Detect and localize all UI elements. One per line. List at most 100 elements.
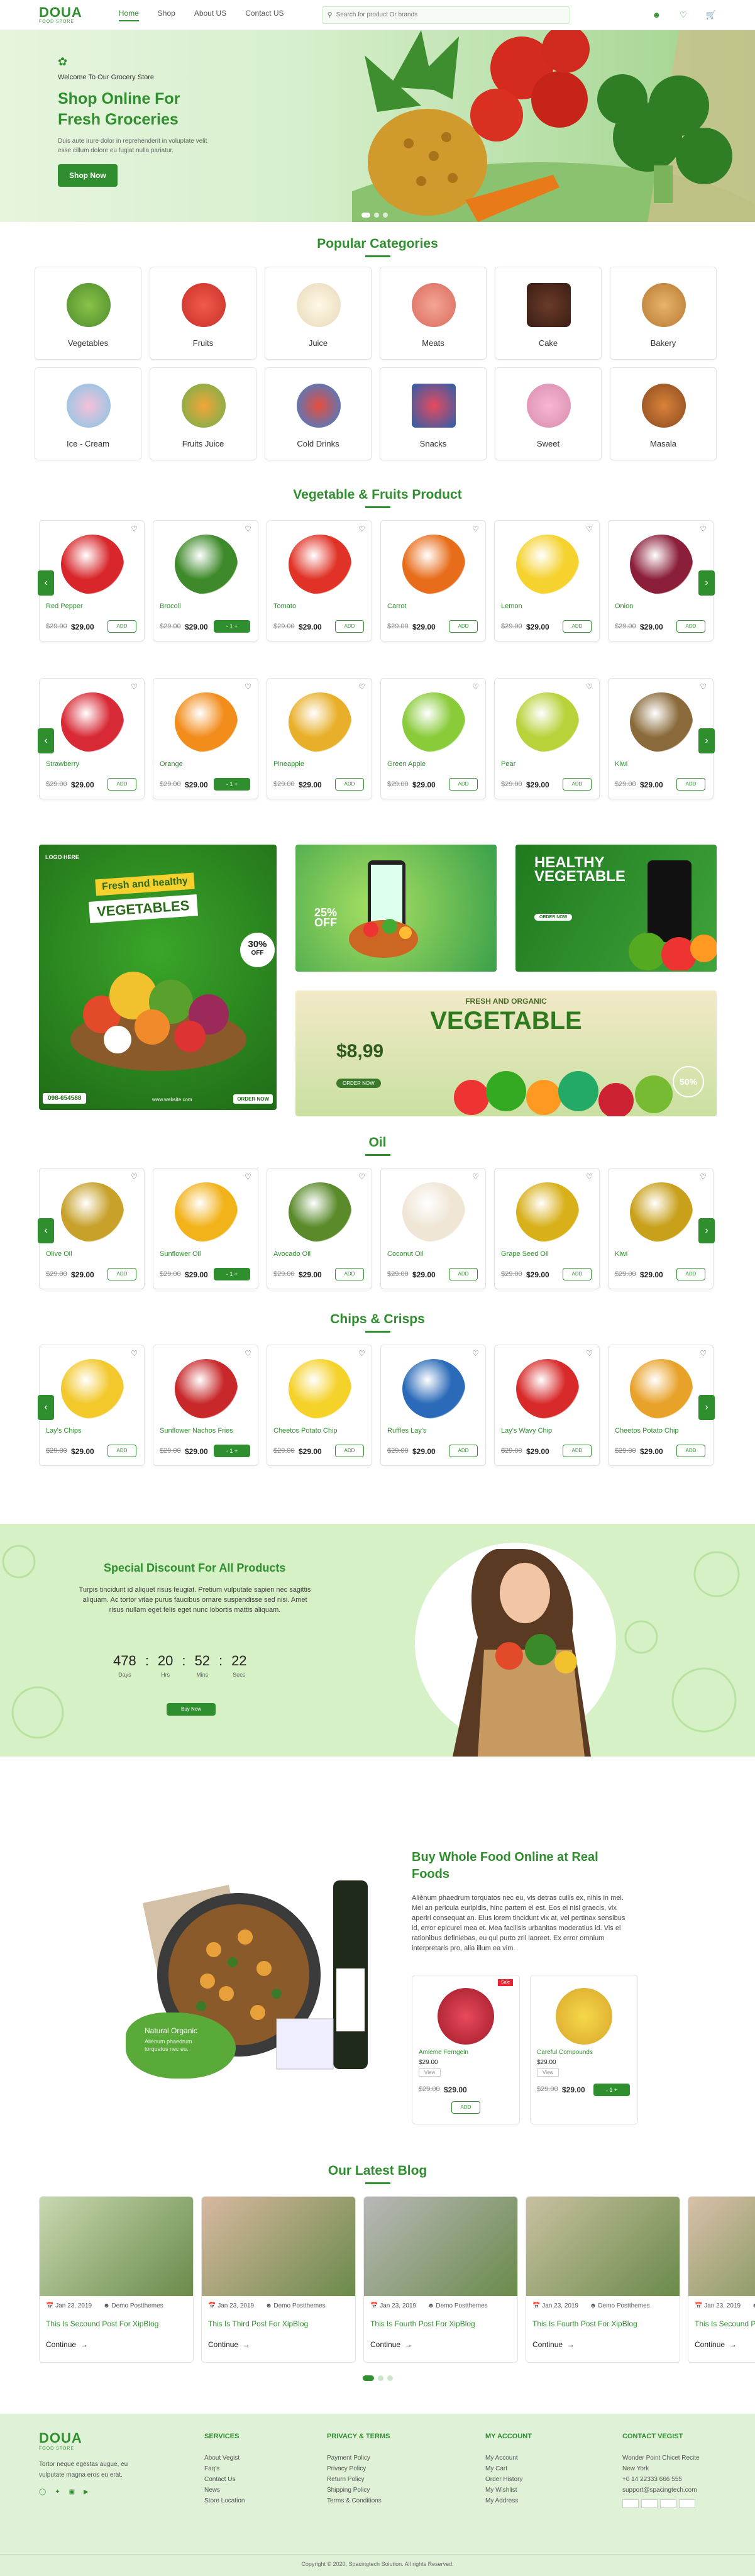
add-button[interactable]: ADD (676, 1268, 705, 1280)
view-button[interactable]: View (537, 2068, 559, 2077)
category-card[interactable]: Cold Drinks (265, 367, 372, 460)
product-card[interactable]: ♡ Avocado Oil $29.00 $29.00 ADD (267, 1168, 372, 1289)
wishlist-heart-icon[interactable]: ♡ (358, 525, 365, 533)
product-name[interactable]: Kiwi (615, 1250, 627, 1258)
wishlist-heart-icon[interactable]: ♡ (131, 1349, 138, 1358)
product-name[interactable]: Lay's Wavy Chip (501, 1427, 552, 1435)
product-name[interactable]: Cheetos Potato Chip (615, 1427, 679, 1435)
add-button[interactable]: ADD (335, 778, 364, 791)
buy-now-button[interactable]: Buy Now (167, 1703, 216, 1716)
promo-banner-organic[interactable]: FRESH AND ORGANIC VEGETABLE $8,99 ORDER … (295, 991, 717, 1116)
wishlist-heart-icon[interactable]: ♡ (472, 1172, 479, 1181)
prev-arrow[interactable]: ‹ (38, 1218, 54, 1243)
footer-link[interactable]: My Wishlist (485, 2485, 532, 2496)
footer-link[interactable]: Contact Us (204, 2474, 245, 2485)
promo-banner-vegetables[interactable]: LOGO HERE Fresh and healthy VEGETABLES 3… (39, 845, 277, 1110)
product-name[interactable]: Ruffles Lay's (387, 1427, 426, 1435)
wishlist-heart-icon[interactable]: ♡ (586, 1349, 593, 1358)
blog-dot[interactable] (362, 2375, 374, 2381)
wishlist-heart-icon[interactable]: ♡ (586, 525, 593, 533)
product-card[interactable]: ♡ Grape Seed Oil $29.00 $29.00 ADD (494, 1168, 600, 1289)
view-button[interactable]: View (419, 2068, 441, 2077)
footer-link[interactable]: Privacy Policy (327, 2463, 390, 2474)
prev-arrow[interactable]: ‹ (38, 570, 54, 596)
promo-banner-phone[interactable]: 25% OFF (295, 845, 497, 972)
product-card[interactable]: ♡ Pineapple $29.00 $29.00 ADD (267, 678, 372, 799)
product-name[interactable]: Onion (615, 602, 633, 610)
product-name[interactable]: Carrot (387, 602, 407, 610)
footer-link[interactable]: News (204, 2485, 245, 2496)
product-card[interactable]: ♡ Cheetos Potato Chip $29.00 $29.00 ADD (267, 1345, 372, 1466)
heart-icon[interactable]: ♡ (680, 10, 687, 20)
wishlist-heart-icon[interactable]: ♡ (131, 525, 138, 533)
product-name[interactable]: Lemon (501, 602, 522, 610)
cart-icon[interactable]: 🛒 (706, 10, 716, 20)
product-card[interactable]: ♡ Lemon $29.00 $29.00 ADD (494, 520, 600, 641)
wishlist-heart-icon[interactable]: ♡ (358, 1349, 365, 1358)
wishlist-heart-icon[interactable]: ♡ (245, 682, 251, 691)
product-name[interactable]: Kiwi (615, 760, 627, 768)
search-icon[interactable]: ⚲ (328, 11, 333, 19)
nav-shop[interactable]: Shop (158, 9, 175, 21)
wishlist-heart-icon[interactable]: ♡ (586, 1172, 593, 1181)
hero-dot[interactable] (374, 213, 379, 218)
product-name[interactable]: Careful Compounds (537, 2049, 593, 2056)
product-card[interactable]: ♡ Tomato $29.00 $29.00 ADD (267, 520, 372, 641)
prev-arrow[interactable]: ‹ (38, 728, 54, 753)
product-name[interactable]: Sunflower Nachos Fries (160, 1427, 233, 1435)
wishlist-heart-icon[interactable]: ♡ (472, 682, 479, 691)
continue-link[interactable]: Continue → (370, 2340, 412, 2349)
quantity-stepper[interactable]: - 1 + (593, 2084, 630, 2096)
product-name[interactable]: Pear (501, 760, 515, 768)
product-card[interactable]: ♡ Brocoli $29.00 $29.00 - 1 + (153, 520, 258, 641)
product-name[interactable]: Strawberry (46, 760, 79, 768)
prev-arrow[interactable]: ‹ (38, 1395, 54, 1420)
product-name[interactable]: Orange (160, 760, 183, 768)
nav-about[interactable]: About US (194, 9, 226, 21)
add-button[interactable]: ADD (449, 778, 478, 791)
banner-order-button[interactable]: ORDER NOW (534, 914, 573, 921)
add-button[interactable]: ADD (676, 620, 705, 633)
continue-link[interactable]: Continue → (532, 2340, 575, 2349)
wishlist-heart-icon[interactable]: ♡ (358, 682, 365, 691)
add-button[interactable]: ADD (335, 620, 364, 633)
category-card[interactable]: Vegetables (35, 267, 141, 360)
category-card[interactable]: Bakery (610, 267, 717, 360)
user-icon[interactable]: ☻ (652, 10, 661, 20)
category-card[interactable]: Sweet (495, 367, 602, 460)
category-card[interactable]: Fruits (150, 267, 256, 360)
add-button[interactable]: ADD (563, 778, 592, 791)
product-name[interactable]: Red Pepper (46, 602, 83, 610)
category-card[interactable]: Meats (380, 267, 487, 360)
hero-dot[interactable] (383, 213, 388, 218)
facebook-icon[interactable]: ▣ (69, 2487, 75, 2497)
search-input[interactable] (336, 11, 550, 18)
product-card[interactable]: ♡ Lay's Chips $29.00 $29.00 ADD (39, 1345, 145, 1466)
wishlist-heart-icon[interactable]: ♡ (131, 682, 138, 691)
add-button[interactable]: ADD (563, 1268, 592, 1280)
product-name[interactable]: Olive Oil (46, 1250, 72, 1258)
product-name[interactable]: Amieme Ferngeln (419, 2049, 468, 2056)
footer-link[interactable]: My Account (485, 2453, 532, 2463)
blog-post-card[interactable]: 📅 Jan 23, 2019 ☻ Demo Postthemes This Is … (526, 2196, 680, 2363)
product-name[interactable]: Cheetos Potato Chip (273, 1427, 338, 1435)
quantity-stepper[interactable]: - 1 + (214, 778, 250, 791)
blog-post-card[interactable]: 📅 Jan 23, 2019 ☻ Demo Postthemes This Is … (688, 2196, 755, 2363)
footer-link[interactable]: My Cart (485, 2463, 532, 2474)
product-card[interactable]: ♡ Red Pepper $29.00 $29.00 ADD (39, 520, 145, 641)
wishlist-heart-icon[interactable]: ♡ (245, 1172, 251, 1181)
footer-link[interactable]: Return Policy (327, 2474, 390, 2485)
product-card[interactable]: ♡ Orange $29.00 $29.00 - 1 + (153, 678, 258, 799)
category-card[interactable]: Snacks (380, 367, 487, 460)
quantity-stepper[interactable]: - 1 + (214, 620, 250, 633)
add-button[interactable]: ADD (449, 620, 478, 633)
next-arrow[interactable]: › (698, 1218, 715, 1243)
wishlist-heart-icon[interactable]: ♡ (358, 1172, 365, 1181)
add-button[interactable]: ADD (563, 620, 592, 633)
footer-link[interactable]: Store Location (204, 2496, 245, 2506)
add-button[interactable]: ADD (449, 1268, 478, 1280)
add-button[interactable]: ADD (335, 1445, 364, 1457)
add-button[interactable]: ADD (107, 1445, 136, 1457)
nav-home[interactable]: Home (118, 9, 139, 21)
wishlist-heart-icon[interactable]: ♡ (472, 1349, 479, 1358)
